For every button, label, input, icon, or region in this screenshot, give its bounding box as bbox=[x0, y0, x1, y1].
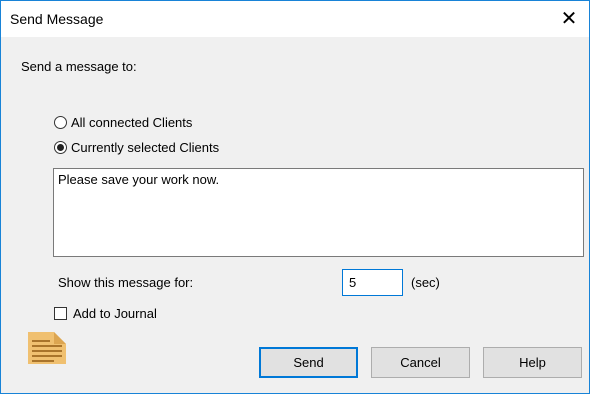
checkbox-box[interactable] bbox=[54, 306, 67, 320]
duration-label: Show this message for: bbox=[58, 275, 194, 290]
message-textbox[interactable]: Please save your work now. bbox=[53, 168, 584, 257]
checkbox-label: Add to Journal bbox=[73, 305, 157, 321]
radio-button[interactable] bbox=[54, 140, 67, 154]
help-button[interactable]: Help bbox=[483, 347, 582, 378]
send-message-dialog: Send Message ✕ Send a message to: All co… bbox=[0, 0, 590, 394]
radio-all-clients[interactable]: All connected Clients bbox=[54, 113, 192, 131]
window-title: Send Message bbox=[10, 11, 104, 27]
title-bar: Send Message ✕ bbox=[1, 1, 589, 37]
add-to-journal-checkbox[interactable]: Add to Journal bbox=[54, 304, 157, 322]
close-icon[interactable]: ✕ bbox=[549, 1, 589, 37]
duration-input[interactable] bbox=[342, 269, 403, 296]
duration-unit: (sec) bbox=[411, 275, 440, 290]
radio-button[interactable] bbox=[54, 115, 67, 129]
message-note-icon bbox=[28, 332, 66, 364]
send-button[interactable]: Send bbox=[259, 347, 358, 378]
radio-label: Currently selected Clients bbox=[71, 139, 220, 155]
cancel-button[interactable]: Cancel bbox=[371, 347, 470, 378]
recipient-prompt: Send a message to: bbox=[21, 59, 137, 74]
radio-selected-clients[interactable]: Currently selected Clients bbox=[54, 138, 219, 156]
radio-label: All connected Clients bbox=[71, 114, 193, 130]
